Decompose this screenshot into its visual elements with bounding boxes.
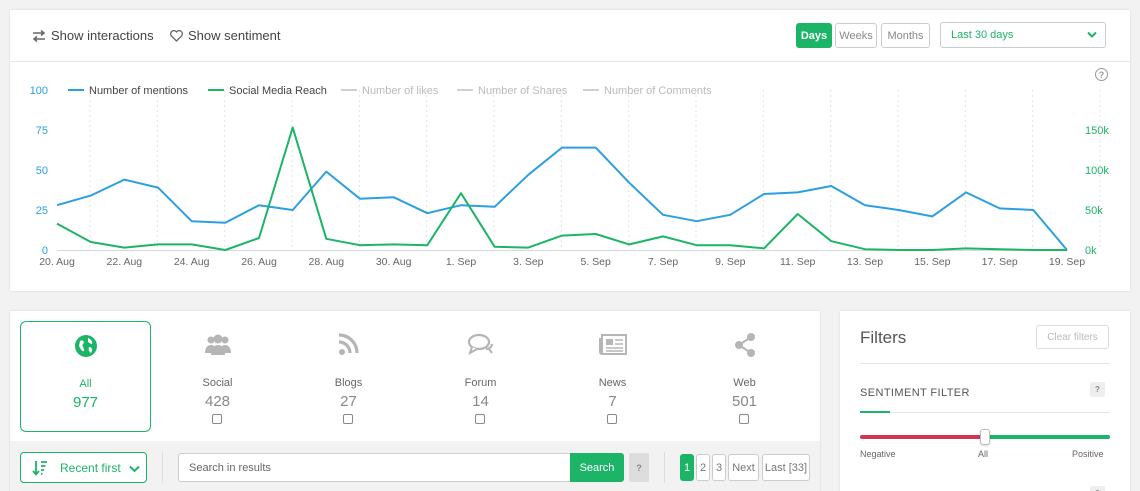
legend-item: Number of Shares bbox=[478, 85, 568, 97]
newspaper-icon bbox=[598, 334, 627, 355]
search-button[interactable]: Search bbox=[570, 453, 624, 482]
source-tab-web[interactable]: Web 501 bbox=[679, 321, 810, 432]
source-checkbox-web[interactable] bbox=[739, 414, 749, 424]
legend-item: Number of mentions bbox=[89, 85, 189, 97]
last-page-button[interactable]: Last [33] bbox=[762, 454, 810, 481]
sentiment-slider-handle[interactable] bbox=[980, 429, 990, 445]
y-tick-left: 75 bbox=[36, 125, 48, 137]
page-1-button[interactable]: 1 bbox=[680, 454, 694, 481]
source-checkbox-forum[interactable] bbox=[475, 414, 485, 424]
filters-divider bbox=[860, 363, 1110, 364]
clear-filters-button[interactable]: Clear filters bbox=[1036, 325, 1109, 349]
share-icon bbox=[734, 333, 755, 357]
source-count-all: 977 bbox=[72, 394, 99, 411]
x-tick-label: 17. Sep bbox=[982, 256, 1018, 268]
y-tick-right: 150k bbox=[1085, 125, 1109, 137]
source-tab-all[interactable]: All 977 bbox=[20, 321, 151, 432]
x-tick-label: 11. Sep bbox=[780, 256, 816, 268]
sort-icon bbox=[32, 461, 47, 476]
x-tick-label: 20. Aug bbox=[39, 256, 75, 268]
source-count-web: 501 bbox=[731, 393, 758, 410]
slider-label-all: All bbox=[978, 449, 989, 459]
source-label-news: News bbox=[598, 377, 627, 389]
x-tick-label: 5. Sep bbox=[580, 256, 611, 268]
source-count-forum: 14 bbox=[472, 393, 489, 410]
sentiment-help-button[interactable]: ? bbox=[1090, 382, 1105, 397]
sentiment-title-underline bbox=[860, 411, 890, 413]
x-tick-label: 28. Aug bbox=[309, 256, 345, 268]
sentiment-slider-negative-track bbox=[860, 435, 984, 439]
source-checkbox-news[interactable] bbox=[607, 414, 617, 424]
series-line-social-media-reach bbox=[56, 126, 1067, 251]
filters-panel: Filters Clear filters SENTIMENT FILTER ?… bbox=[840, 311, 1130, 491]
source-count-social: 428 bbox=[204, 393, 231, 410]
x-tick-label: 3. Sep bbox=[513, 256, 544, 268]
y-tick-left: 50 bbox=[36, 165, 48, 177]
comments-icon bbox=[467, 333, 493, 356]
results-panel: All 977 Social 428 Blogs 27 Forum 14 New… bbox=[10, 311, 820, 491]
search-input[interactable] bbox=[178, 453, 571, 482]
toolbar-divider bbox=[664, 452, 665, 483]
users-icon bbox=[204, 334, 231, 355]
y-tick-left: 25 bbox=[36, 205, 48, 217]
legend-item: Social Media Reach bbox=[229, 85, 327, 97]
y-tick-right: 0k bbox=[1085, 245, 1097, 257]
filters-title: Filters bbox=[860, 328, 907, 347]
x-tick-label: 9. Sep bbox=[715, 256, 746, 268]
page-2-button[interactable]: 2 bbox=[696, 454, 710, 481]
y-tick-left: 100 bbox=[30, 85, 48, 97]
legend-item: Number of Comments bbox=[604, 85, 712, 97]
sentiment-divider bbox=[860, 412, 1110, 413]
rss-icon bbox=[338, 333, 359, 355]
x-tick-label: 19. Sep bbox=[1049, 256, 1085, 268]
source-tab-social[interactable]: Social 428 bbox=[152, 321, 283, 432]
toolbar-divider bbox=[162, 452, 163, 483]
source-label-social: Social bbox=[202, 377, 233, 389]
mentions-chart: 02550751000k50k100k150k20. Aug 22. Aug 24.… bbox=[30, 85, 1110, 268]
page-3-button[interactable]: 3 bbox=[712, 454, 726, 481]
source-tab-forum[interactable]: Forum 14 bbox=[415, 321, 546, 432]
sort-label: Recent first bbox=[60, 461, 121, 475]
sort-dropdown[interactable]: Recent first bbox=[20, 452, 147, 483]
x-tick-label: 13. Sep bbox=[847, 256, 883, 268]
source-label-web: Web bbox=[733, 377, 756, 389]
x-tick-label: 26. Aug bbox=[241, 256, 277, 268]
sentiment-slider-positive-track bbox=[986, 435, 1110, 439]
next-filter-help-button[interactable]: ? bbox=[1090, 486, 1105, 491]
sentiment-filter-title: SENTIMENT FILTER bbox=[860, 387, 970, 399]
results-toolbar: Recent first Search ? 1 2 3 Next Last [3… bbox=[10, 441, 820, 491]
y-tick-right: 50k bbox=[1085, 205, 1103, 217]
chevron-down-icon bbox=[129, 465, 140, 473]
legend-item: Number of likes bbox=[362, 85, 439, 97]
source-checkbox-social[interactable] bbox=[212, 414, 222, 424]
source-count-news: 7 bbox=[608, 393, 617, 410]
source-label-all: All bbox=[79, 378, 92, 390]
x-tick-label: 15. Sep bbox=[914, 256, 950, 268]
source-checkbox-blogs[interactable] bbox=[343, 414, 353, 424]
source-tab-news[interactable]: News 7 bbox=[547, 321, 678, 432]
source-count-blogs: 27 bbox=[340, 393, 357, 410]
x-tick-label: 1. Sep bbox=[446, 256, 477, 268]
source-label-forum: Forum bbox=[464, 377, 497, 389]
source-label-blogs: Blogs bbox=[334, 377, 363, 389]
x-tick-label: 22. Aug bbox=[107, 256, 143, 268]
x-tick-label: 7. Sep bbox=[648, 256, 679, 268]
next-page-button[interactable]: Next bbox=[728, 454, 759, 481]
slider-label-positive: Positive bbox=[1072, 449, 1104, 459]
source-tab-blogs[interactable]: Blogs 27 bbox=[283, 321, 414, 432]
globe-icon bbox=[74, 335, 97, 357]
slider-label-negative: Negative bbox=[860, 449, 896, 459]
y-tick-right: 100k bbox=[1085, 165, 1109, 177]
x-tick-label: 24. Aug bbox=[174, 256, 210, 268]
search-help-button[interactable]: ? bbox=[629, 453, 649, 482]
chart-panel: Show interactions Show sentiment Days We… bbox=[10, 10, 1130, 291]
x-tick-label: 30. Aug bbox=[376, 256, 412, 268]
